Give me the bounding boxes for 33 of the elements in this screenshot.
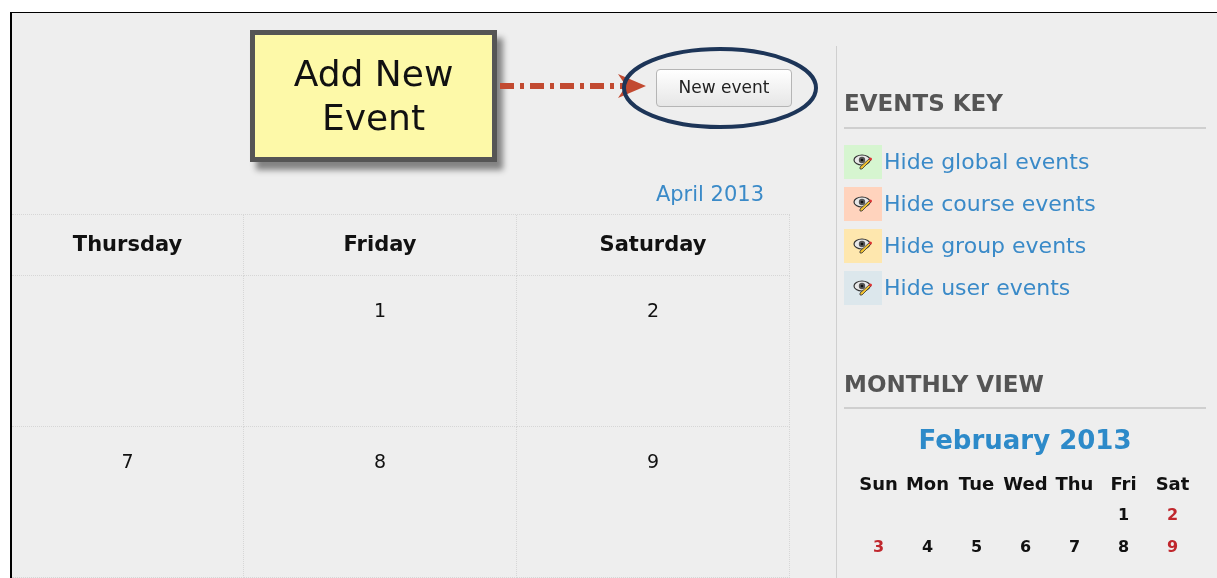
weekday-label: Wed — [1002, 472, 1049, 496]
day-number[interactable]: 8 — [1117, 535, 1130, 559]
eye-icon — [853, 278, 873, 297]
section-heading: MONTHLY VIEW — [844, 366, 1206, 409]
day-number[interactable]: 7 — [1068, 535, 1081, 559]
calendar-cell[interactable]: 7 — [12, 427, 244, 578]
day-number[interactable]: 1 — [1117, 503, 1130, 527]
weekday-label: Fri — [1109, 472, 1138, 496]
calendar-cell[interactable] — [12, 276, 244, 427]
eye-icon — [853, 236, 873, 255]
new-event-button[interactable]: New event — [656, 69, 792, 107]
section-heading: EVENTS KEY — [844, 86, 1206, 129]
calendar-cell[interactable]: 8 — [244, 427, 517, 578]
day-number[interactable]: 9 — [1166, 535, 1179, 559]
weekday-label: Thu — [1054, 472, 1095, 496]
weekday-label: Sat — [1154, 472, 1191, 496]
day-number[interactable]: 6 — [1019, 535, 1032, 559]
weekday-label: Mon — [904, 472, 951, 496]
day-number[interactable]: 3 — [872, 535, 885, 559]
weekday-label: Sun — [858, 472, 899, 496]
calendar-cell[interactable]: 2 — [517, 276, 790, 427]
day-number[interactable]: 5 — [970, 535, 983, 559]
column-header: Saturday — [517, 215, 790, 276]
callout-box: Add New Event — [250, 30, 497, 162]
calendar-cell[interactable]: 9 — [517, 427, 790, 578]
calendar-cell[interactable]: 1 — [244, 276, 517, 427]
day-number[interactable]: 2 — [1166, 503, 1179, 527]
column-header: Thursday — [12, 215, 244, 276]
eye-icon — [853, 194, 873, 213]
day-number[interactable]: 4 — [921, 535, 934, 559]
weekday-label: Tue — [957, 472, 996, 496]
eye-icon — [853, 152, 873, 171]
column-header: Friday — [244, 215, 517, 276]
